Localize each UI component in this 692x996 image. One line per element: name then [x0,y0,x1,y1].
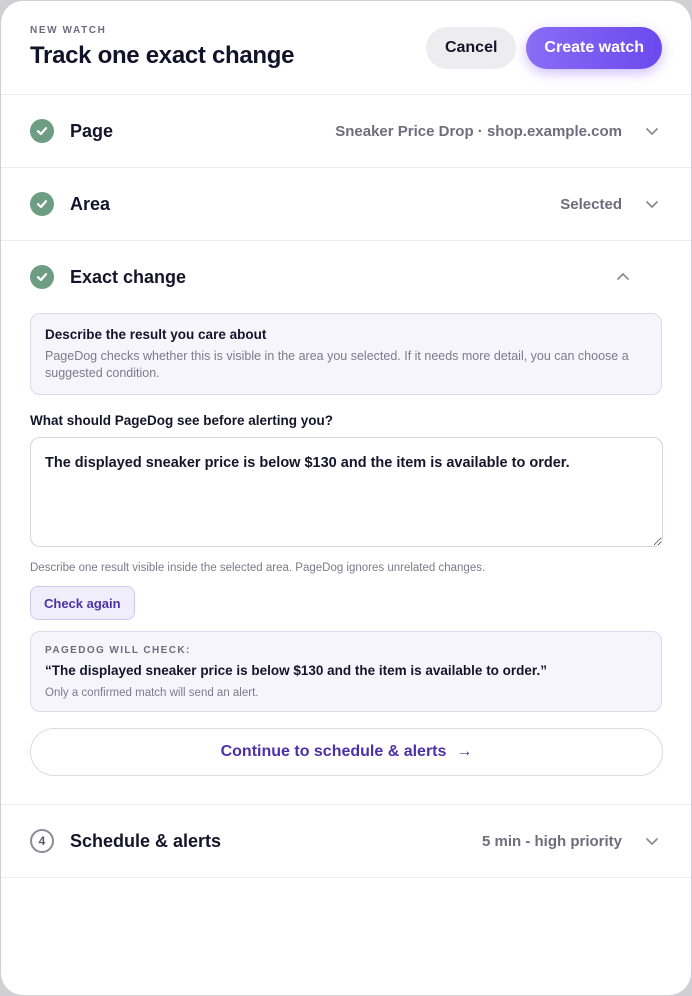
step-number-badge: 4 [30,829,54,853]
chevron-up-icon[interactable] [613,267,633,287]
new-watch-dialog: NEW WATCH Track one exact change Cancel … [1,1,691,995]
confirmation-eyebrow: PAGEDOG WILL CHECK: [45,645,191,656]
step-summary: 5 min - high priority [481,832,622,850]
step-label: Area [70,193,111,214]
continue-button[interactable]: Continue to schedule & alerts → [30,728,663,776]
step-exact-change: Exact change Describe the result you car… [1,241,691,805]
header-actions: Cancel Create watch [425,26,662,69]
condition-hint: Describe one result visible inside the s… [30,562,486,574]
condition-question-label: What should PageDog see before alerting … [30,413,334,428]
step-page[interactable]: Page Sneaker Price Drop · shop.example.c… [1,95,691,168]
info-text: PageDog checks whether this is visible i… [45,349,629,380]
step-label: Page [70,120,114,141]
confirmation-box: PAGEDOG WILL CHECK: “The displayed sneak… [30,631,662,712]
chevron-down-icon[interactable] [642,831,662,851]
step-exact-change-header[interactable]: Exact change [30,241,662,313]
cancel-button[interactable]: Cancel [425,26,517,69]
check-again-button[interactable]: Check again [30,586,135,620]
continue-label: Continue to schedule & alerts [220,743,447,760]
step-area[interactable]: Area Selected [1,168,691,241]
check-icon [30,265,54,289]
condition-textarea[interactable]: The displayed sneaker price is below $13… [30,437,663,547]
header-eyebrow: NEW WATCH [30,25,107,36]
page-title: Track one exact change [30,42,295,69]
dialog-header: NEW WATCH Track one exact change Cancel … [1,1,691,95]
create-watch-button[interactable]: Create watch [526,26,662,69]
confirmation-note: Only a confirmed match will send an aler… [45,687,259,699]
step-label: Schedule & alerts [70,830,222,851]
step-label: Exact change [70,266,187,287]
arrow-right-icon: → [456,743,473,760]
step-summary: Selected [560,195,622,213]
chevron-down-icon[interactable] [642,121,662,141]
info-title: Describe the result you care about [45,327,267,342]
check-icon [30,192,54,216]
step-schedule-alerts[interactable]: 4 Schedule & alerts 5 min - high priorit… [1,805,691,878]
header-titles: NEW WATCH Track one exact change [30,25,295,70]
confirmation-quote: “The displayed sneaker price is below $1… [45,663,547,678]
step-summary: Sneaker Price Drop · shop.example.com [335,122,622,140]
info-box: Describe the result you care about PageD… [30,313,662,395]
check-icon [30,119,54,143]
chevron-down-icon[interactable] [642,194,662,214]
